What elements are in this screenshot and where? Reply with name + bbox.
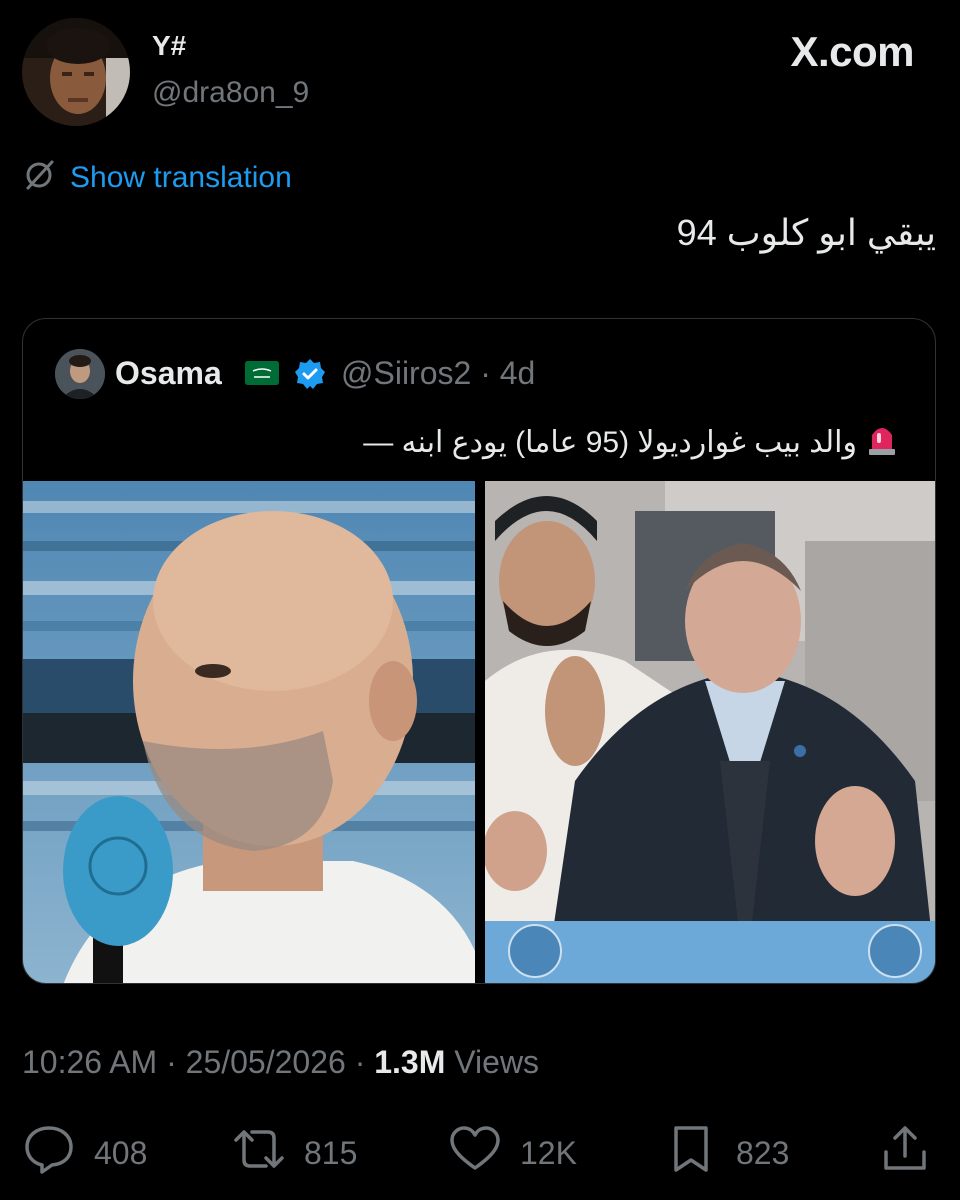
tweet-text: يبقي ابو كلوب 94 (676, 212, 936, 253)
show-translation-link[interactable]: Show translation (22, 158, 292, 197)
author-display-name[interactable]: Y# (152, 30, 186, 62)
saudi-flag-icon (245, 361, 279, 385)
repost-icon (232, 1122, 286, 1184)
quoted-tweet-card[interactable]: Osama @Siiros2 · 4d والد بيب غوارديولا (… (22, 318, 936, 984)
like-button[interactable]: 12K (448, 1122, 577, 1184)
quote-image-right[interactable] (485, 481, 935, 983)
reply-button[interactable]: 408 (22, 1122, 147, 1184)
quote-handle-time: @Siiros2 · 4d (341, 355, 536, 391)
quote-author-avatar[interactable] (55, 349, 105, 399)
tweet-timestamp[interactable]: 10:26 AM · 25/05/2026 · (22, 1044, 374, 1080)
quote-author-name[interactable]: Osama (115, 355, 222, 392)
rotating-light-icon (865, 419, 899, 465)
brand-logo: X.com (790, 28, 914, 76)
translate-off-icon (22, 158, 56, 197)
reply-icon (22, 1122, 76, 1184)
repost-button[interactable]: 815 (232, 1122, 357, 1184)
reply-count: 408 (94, 1134, 148, 1171)
quote-text-row: والد بيب غوارديولا (95 عاما) يودع ابنه — (363, 419, 899, 465)
like-count: 12K (520, 1134, 577, 1171)
share-button[interactable] (878, 1122, 932, 1184)
bookmark-count: 823 (736, 1134, 790, 1171)
repost-count: 815 (304, 1134, 358, 1171)
author-handle[interactable]: @dra8on_9 (152, 76, 309, 110)
bookmark-button[interactable]: 823 (664, 1122, 789, 1184)
heart-icon (448, 1122, 502, 1184)
share-icon (878, 1122, 932, 1184)
verified-badge-icon (293, 357, 327, 391)
views-label: Views (445, 1044, 540, 1080)
author-avatar[interactable] (22, 18, 130, 126)
bookmark-icon (664, 1122, 718, 1184)
brand-name: X.com (790, 28, 914, 75)
quote-image-left[interactable] (23, 481, 475, 983)
views-count: 1.3M (374, 1044, 446, 1080)
tweet-meta: 10:26 AM · 25/05/2026 · 1.3M Views (22, 1044, 539, 1081)
show-translation-label[interactable]: Show translation (70, 161, 292, 195)
quote-text: والد بيب غوارديولا (95 عاما) يودع ابنه — (363, 425, 857, 459)
